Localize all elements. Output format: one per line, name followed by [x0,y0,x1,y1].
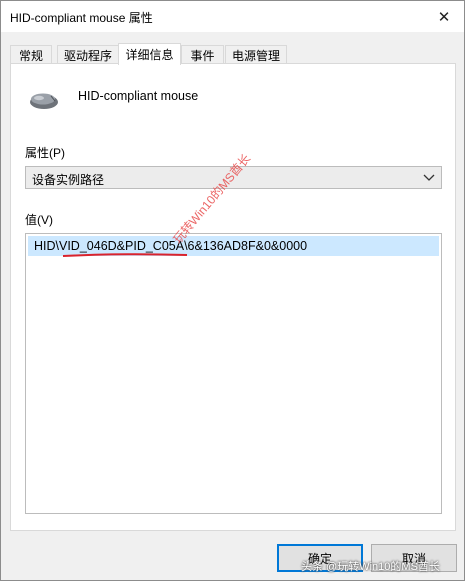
property-selected-value: 设备实例路径 [32,173,105,187]
value-label: 值(V) [25,213,53,227]
title-bar[interactable]: HID-compliant mouse 属性 ✕ [1,1,464,32]
chevron-down-icon [423,174,435,181]
tab-strip: 常规 驱动程序 详细信息 事件 电源管理 [10,43,458,65]
device-name: HID-compliant mouse [78,89,199,103]
tab-power-management[interactable]: 电源管理 [225,45,287,64]
mouse-icon [30,93,58,109]
close-icon[interactable]: ✕ [424,1,464,32]
tab-driver[interactable]: 驱动程序 [57,45,119,64]
tab-details[interactable]: 详细信息 [118,43,181,65]
red-underline-annotation [62,253,188,257]
footer-watermark: 头条 @玩转Win10的MS酋长 [301,561,440,573]
window-title: HID-compliant mouse 属性 [10,11,153,25]
value-list[interactable]: HID\VID_046D&PID_C05A\6&136AD8F&0&0000 [25,233,442,514]
tab-events[interactable]: 事件 [181,45,224,64]
property-label: 属性(P) [25,146,65,160]
properties-dialog: HID-compliant mouse 属性 ✕ 常规 驱动程序 详细信息 事件… [0,0,465,581]
tab-general[interactable]: 常规 [10,45,52,64]
details-panel: HID-compliant mouse 属性(P) 设备实例路径 值(V) HI… [10,63,456,531]
